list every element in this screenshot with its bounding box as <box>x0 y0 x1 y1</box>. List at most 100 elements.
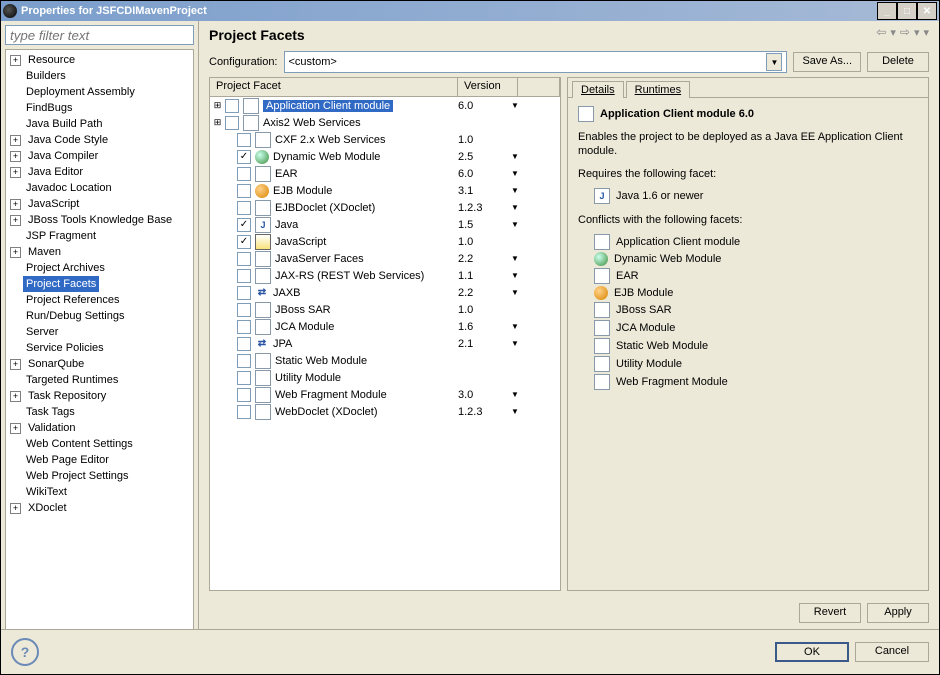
facet-checkbox[interactable] <box>225 116 239 130</box>
minimize-button[interactable]: _ <box>877 2 897 20</box>
facet-row[interactable]: Static Web Module <box>210 352 560 369</box>
nav-item[interactable]: Run/Debug Settings <box>6 308 193 324</box>
facet-row[interactable]: EJB Module3.1▼ <box>210 182 560 199</box>
nav-item[interactable]: Web Content Settings <box>6 436 193 452</box>
facet-row[interactable]: JCA Module1.6▼ <box>210 318 560 335</box>
col-project-facet[interactable]: Project Facet <box>210 78 458 96</box>
version-dropdown-icon[interactable]: ▼ <box>506 271 524 280</box>
nav-item[interactable]: +JavaScript <box>6 196 193 212</box>
close-button[interactable]: ✕ <box>917 2 937 20</box>
filter-input[interactable] <box>5 25 194 45</box>
apply-button[interactable]: Apply <box>867 603 929 623</box>
nav-item[interactable]: Deployment Assembly <box>6 84 193 100</box>
facet-checkbox[interactable] <box>237 133 251 147</box>
nav-item[interactable]: Builders <box>6 68 193 84</box>
nav-item[interactable]: +SonarQube <box>6 356 193 372</box>
facet-checkbox[interactable] <box>237 388 251 402</box>
combo-dropdown-icon[interactable]: ▼ <box>766 53 782 71</box>
nav-item[interactable]: JSP Fragment <box>6 228 193 244</box>
help-icon[interactable]: ? <box>11 638 39 666</box>
facet-row[interactable]: ⊞Application Client module6.0▼ <box>210 97 560 114</box>
nav-item[interactable]: Targeted Runtimes <box>6 372 193 388</box>
nav-item[interactable]: Project Archives <box>6 260 193 276</box>
maximize-button[interactable]: □ <box>897 2 917 20</box>
facet-row[interactable]: JAX-RS (REST Web Services)1.1▼ <box>210 267 560 284</box>
facet-row[interactable]: EJBDoclet (XDoclet)1.2.3▼ <box>210 199 560 216</box>
version-dropdown-icon[interactable]: ▼ <box>506 407 524 416</box>
facet-row[interactable]: Dynamic Web Module2.5▼ <box>210 148 560 165</box>
nav-item[interactable]: +Validation <box>6 420 193 436</box>
forward-icon[interactable]: ⇨ <box>900 25 910 39</box>
version-dropdown-icon[interactable]: ▼ <box>506 254 524 263</box>
nav-item[interactable]: WikiText <box>6 484 193 500</box>
tab-details[interactable]: Details <box>572 81 624 98</box>
menu-icon[interactable]: ▾ <box>923 26 929 39</box>
facet-row[interactable]: JavaServer Faces2.2▼ <box>210 250 560 267</box>
facet-checkbox[interactable] <box>237 150 251 164</box>
delete-button[interactable]: Delete <box>867 52 929 72</box>
facet-row[interactable]: Java1.5▼ <box>210 216 560 233</box>
cancel-button[interactable]: Cancel <box>855 642 929 662</box>
nav-tree[interactable]: +ResourceBuildersDeployment AssemblyFind… <box>5 49 194 629</box>
version-dropdown-icon[interactable]: ▼ <box>506 390 524 399</box>
col-version[interactable]: Version <box>458 78 518 96</box>
facet-checkbox[interactable] <box>237 184 251 198</box>
configuration-combo[interactable]: <custom> ▼ <box>284 51 788 73</box>
facet-row[interactable]: Utility Module <box>210 369 560 386</box>
nav-item[interactable]: Task Tags <box>6 404 193 420</box>
nav-item[interactable]: +Java Compiler <box>6 148 193 164</box>
version-dropdown-icon[interactable]: ▼ <box>506 322 524 331</box>
facet-row[interactable]: EAR6.0▼ <box>210 165 560 182</box>
revert-button[interactable]: Revert <box>799 603 861 623</box>
facet-checkbox[interactable] <box>237 405 251 419</box>
nav-item[interactable]: Service Policies <box>6 340 193 356</box>
version-dropdown-icon[interactable]: ▼ <box>506 152 524 161</box>
facet-row[interactable]: WebDoclet (XDoclet)1.2.3▼ <box>210 403 560 420</box>
nav-item[interactable]: Project Facets <box>6 276 193 292</box>
facet-checkbox[interactable] <box>225 99 239 113</box>
facet-checkbox[interactable] <box>237 252 251 266</box>
nav-item[interactable]: Web Page Editor <box>6 452 193 468</box>
tab-runtimes[interactable]: Runtimes <box>626 81 690 98</box>
facet-row[interactable]: JPA2.1▼ <box>210 335 560 352</box>
nav-item[interactable]: Javadoc Location <box>6 180 193 196</box>
ok-button[interactable]: OK <box>775 642 849 662</box>
back-icon[interactable]: ⇦ <box>876 25 886 39</box>
version-dropdown-icon[interactable]: ▼ <box>506 220 524 229</box>
version-dropdown-icon[interactable]: ▼ <box>506 203 524 212</box>
nav-item[interactable]: +Java Editor <box>6 164 193 180</box>
nav-item[interactable]: +Resource <box>6 52 193 68</box>
facet-checkbox[interactable] <box>237 286 251 300</box>
facet-checkbox[interactable] <box>237 371 251 385</box>
facet-checkbox[interactable] <box>237 337 251 351</box>
nav-item[interactable]: +Maven <box>6 244 193 260</box>
facet-row[interactable]: JAXB2.2▼ <box>210 284 560 301</box>
version-dropdown-icon[interactable]: ▼ <box>506 169 524 178</box>
nav-item[interactable]: +Task Repository <box>6 388 193 404</box>
facet-checkbox[interactable] <box>237 354 251 368</box>
facet-checkbox[interactable] <box>237 320 251 334</box>
nav-item[interactable]: +XDoclet <box>6 500 193 516</box>
nav-item[interactable]: Project References <box>6 292 193 308</box>
facet-row[interactable]: CXF 2.x Web Services1.0 <box>210 131 560 148</box>
facet-row[interactable]: JBoss SAR1.0 <box>210 301 560 318</box>
save-as-button[interactable]: Save As... <box>793 52 861 72</box>
nav-item[interactable]: FindBugs <box>6 100 193 116</box>
facet-checkbox[interactable] <box>237 201 251 215</box>
facet-checkbox[interactable] <box>237 218 251 232</box>
nav-item[interactable]: Web Project Settings <box>6 468 193 484</box>
facet-row[interactable]: ⊞Axis2 Web Services <box>210 114 560 131</box>
facet-row[interactable]: JavaScript1.0 <box>210 233 560 250</box>
nav-item[interactable]: +JBoss Tools Knowledge Base <box>6 212 193 228</box>
facet-checkbox[interactable] <box>237 167 251 181</box>
version-dropdown-icon[interactable]: ▼ <box>506 288 524 297</box>
facet-checkbox[interactable] <box>237 269 251 283</box>
nav-item[interactable]: +Java Code Style <box>6 132 193 148</box>
nav-item[interactable]: Server <box>6 324 193 340</box>
version-dropdown-icon[interactable]: ▼ <box>506 101 524 110</box>
facet-checkbox[interactable] <box>237 235 251 249</box>
facet-row[interactable]: Web Fragment Module3.0▼ <box>210 386 560 403</box>
nav-item[interactable]: Java Build Path <box>6 116 193 132</box>
facet-checkbox[interactable] <box>237 303 251 317</box>
version-dropdown-icon[interactable]: ▼ <box>506 186 524 195</box>
